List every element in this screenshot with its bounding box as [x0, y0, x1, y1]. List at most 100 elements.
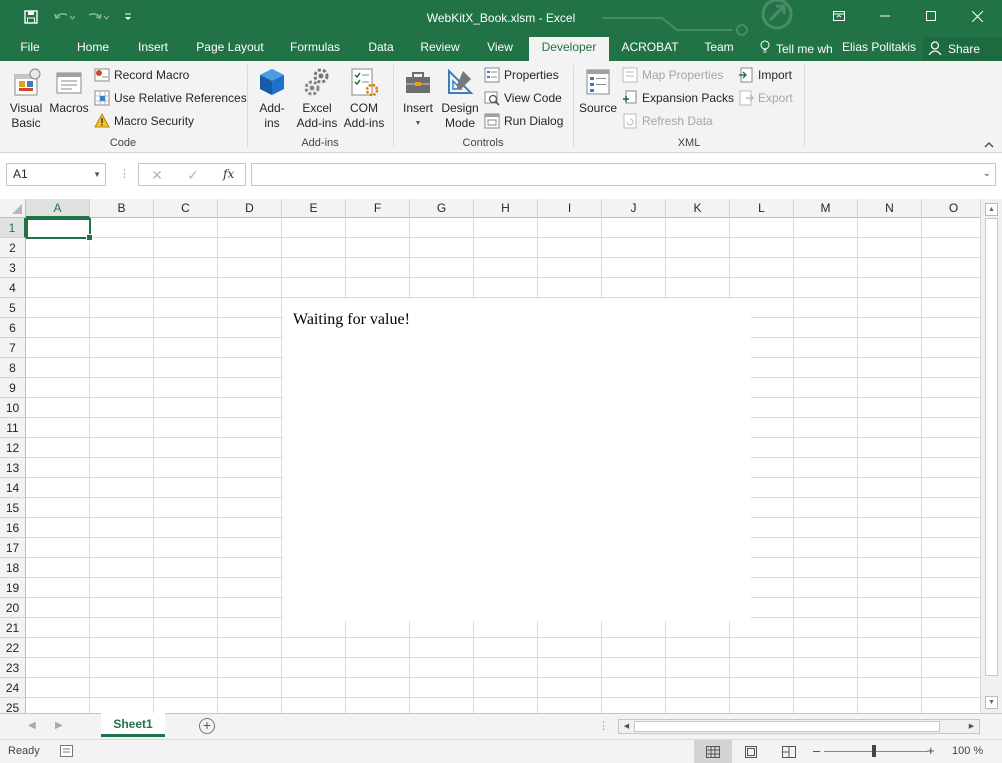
tab-formulas[interactable]: Formulas [283, 37, 347, 61]
page-break-view-button[interactable] [770, 740, 808, 763]
row-header[interactable]: 12 [0, 438, 26, 458]
row-header[interactable]: 19 [0, 578, 26, 598]
new-sheet-icon[interactable]: + [199, 718, 215, 734]
tell-me-search[interactable]: Tell me wh [760, 37, 833, 61]
name-box[interactable]: A1 ▼ [6, 163, 106, 186]
row-header[interactable]: 15 [0, 498, 26, 518]
formula-input[interactable]: ⌄ [251, 163, 996, 186]
zoom-slider-thumb[interactable] [872, 745, 876, 757]
tab-review[interactable]: Review [414, 37, 466, 61]
column-header[interactable]: L [730, 199, 794, 218]
tab-page-layout[interactable]: Page Layout [190, 37, 270, 61]
column-header[interactable]: E [282, 199, 346, 218]
column-header[interactable]: A [26, 199, 90, 218]
tab-view[interactable]: View [478, 37, 522, 61]
com-addins-button[interactable]: COM Add-ins [342, 65, 386, 131]
column-header[interactable]: O [922, 199, 980, 218]
maximize-icon[interactable] [908, 0, 954, 32]
scroll-up-icon[interactable]: ▲ [985, 203, 998, 216]
chevron-down-icon[interactable]: ▼ [93, 164, 101, 185]
scroll-left-icon[interactable]: ◀ [620, 720, 633, 733]
column-header[interactable]: D [218, 199, 282, 218]
column-header[interactable]: N [858, 199, 922, 218]
import-button[interactable]: Import [738, 65, 792, 85]
column-header[interactable]: J [602, 199, 666, 218]
excel-addins-button[interactable]: Excel Add-ins [294, 65, 340, 131]
share-button[interactable]: Share [922, 37, 1002, 61]
tab-developer[interactable]: Developer [529, 37, 609, 61]
row-header[interactable]: 5 [0, 298, 26, 318]
row-header[interactable]: 17 [0, 538, 26, 558]
enter-check-icon[interactable]: ✓ [183, 167, 203, 183]
active-cell[interactable] [26, 218, 93, 241]
column-header[interactable]: I [538, 199, 602, 218]
column-header[interactable]: B [90, 199, 154, 218]
tab-acrobat[interactable]: ACROBAT [618, 37, 682, 61]
tab-file[interactable]: File [10, 37, 50, 61]
close-icon[interactable] [954, 0, 1000, 32]
insert-function-icon[interactable]: fx [223, 167, 234, 181]
tab-data[interactable]: Data [360, 37, 402, 61]
sheet-tab-sheet1[interactable]: Sheet1 [101, 713, 165, 737]
insert-control-button[interactable]: Insert ▼ [398, 65, 438, 131]
record-macro-button[interactable]: Record Macro [94, 65, 189, 85]
collapse-ribbon-icon[interactable] [984, 137, 994, 151]
row-header[interactable]: 6 [0, 318, 26, 338]
properties-button[interactable]: Properties [484, 65, 559, 85]
row-header[interactable]: 20 [0, 598, 26, 618]
run-dialog-button[interactable]: Run Dialog [484, 111, 563, 131]
scroll-down-icon[interactable]: ▼ [985, 696, 998, 709]
row-header[interactable]: 21 [0, 618, 26, 638]
next-sheet-icon[interactable]: ▶ [55, 720, 63, 731]
addins-button[interactable]: Add- ins [254, 65, 290, 131]
prev-sheet-icon[interactable]: ◀ [28, 720, 36, 731]
visual-basic-button[interactable]: Visual Basic [6, 65, 46, 131]
expand-formula-bar-icon[interactable]: ⌄ [983, 168, 991, 179]
horizontal-scrollbar[interactable]: ◀ ▶ [618, 719, 980, 734]
column-header[interactable]: H [474, 199, 538, 218]
formula-bar-resize-handle[interactable]: ⋮ [119, 167, 130, 180]
row-header[interactable]: 25 [0, 698, 26, 713]
row-header[interactable]: 8 [0, 358, 26, 378]
column-header[interactable]: C [154, 199, 218, 218]
row-header[interactable]: 7 [0, 338, 26, 358]
row-header[interactable]: 9 [0, 378, 26, 398]
zoom-in-icon[interactable]: + [927, 743, 935, 758]
row-header[interactable]: 2 [0, 238, 26, 258]
expansion-packs-button[interactable]: Expansion Packs [622, 88, 734, 108]
row-header[interactable]: 3 [0, 258, 26, 278]
column-header[interactable]: F [346, 199, 410, 218]
page-layout-view-button[interactable] [732, 740, 770, 763]
zoom-level[interactable]: 100 % [952, 745, 983, 757]
select-all-button[interactable] [0, 199, 26, 218]
source-button[interactable]: Source [578, 65, 618, 116]
design-mode-button[interactable]: Design Mode [438, 65, 482, 131]
horizontal-scroll-thumb[interactable] [634, 721, 940, 732]
row-header[interactable]: 18 [0, 558, 26, 578]
row-header[interactable]: 22 [0, 638, 26, 658]
macro-recording-icon[interactable] [60, 745, 73, 757]
row-header[interactable]: 10 [0, 398, 26, 418]
user-account-name[interactable]: Elias Politakis [842, 37, 916, 58]
vertical-scroll-thumb[interactable] [985, 218, 998, 676]
tab-split-handle[interactable]: ⋮ [598, 719, 609, 732]
normal-view-button[interactable] [694, 740, 732, 763]
macros-button[interactable]: Macros [48, 65, 90, 116]
tab-team[interactable]: Team [696, 37, 742, 61]
export-button[interactable]: Export [738, 88, 793, 108]
map-properties-button[interactable]: Map Properties [622, 65, 723, 85]
refresh-data-button[interactable]: Refresh Data [622, 111, 713, 131]
zoom-slider[interactable] [824, 751, 928, 752]
column-header[interactable]: M [794, 199, 858, 218]
scroll-right-icon[interactable]: ▶ [965, 720, 978, 733]
ribbon-display-options-icon[interactable] [816, 0, 862, 32]
column-header[interactable]: K [666, 199, 730, 218]
row-header[interactable]: 16 [0, 518, 26, 538]
webkitx-browser-control[interactable]: Waiting for value! [283, 299, 751, 621]
zoom-out-icon[interactable]: – [813, 743, 820, 758]
cancel-icon[interactable]: ✕ [147, 167, 167, 183]
view-code-button[interactable]: View Code [484, 88, 562, 108]
worksheet-grid[interactable]: ABCDEFGHIJKLMNO 1 2 3 4 5 6 7 8 9 10 11 12 13 14 15 16 1… [0, 199, 980, 713]
macro-security-button[interactable]: Macro Security [94, 111, 194, 131]
row-header[interactable]: 24 [0, 678, 26, 698]
